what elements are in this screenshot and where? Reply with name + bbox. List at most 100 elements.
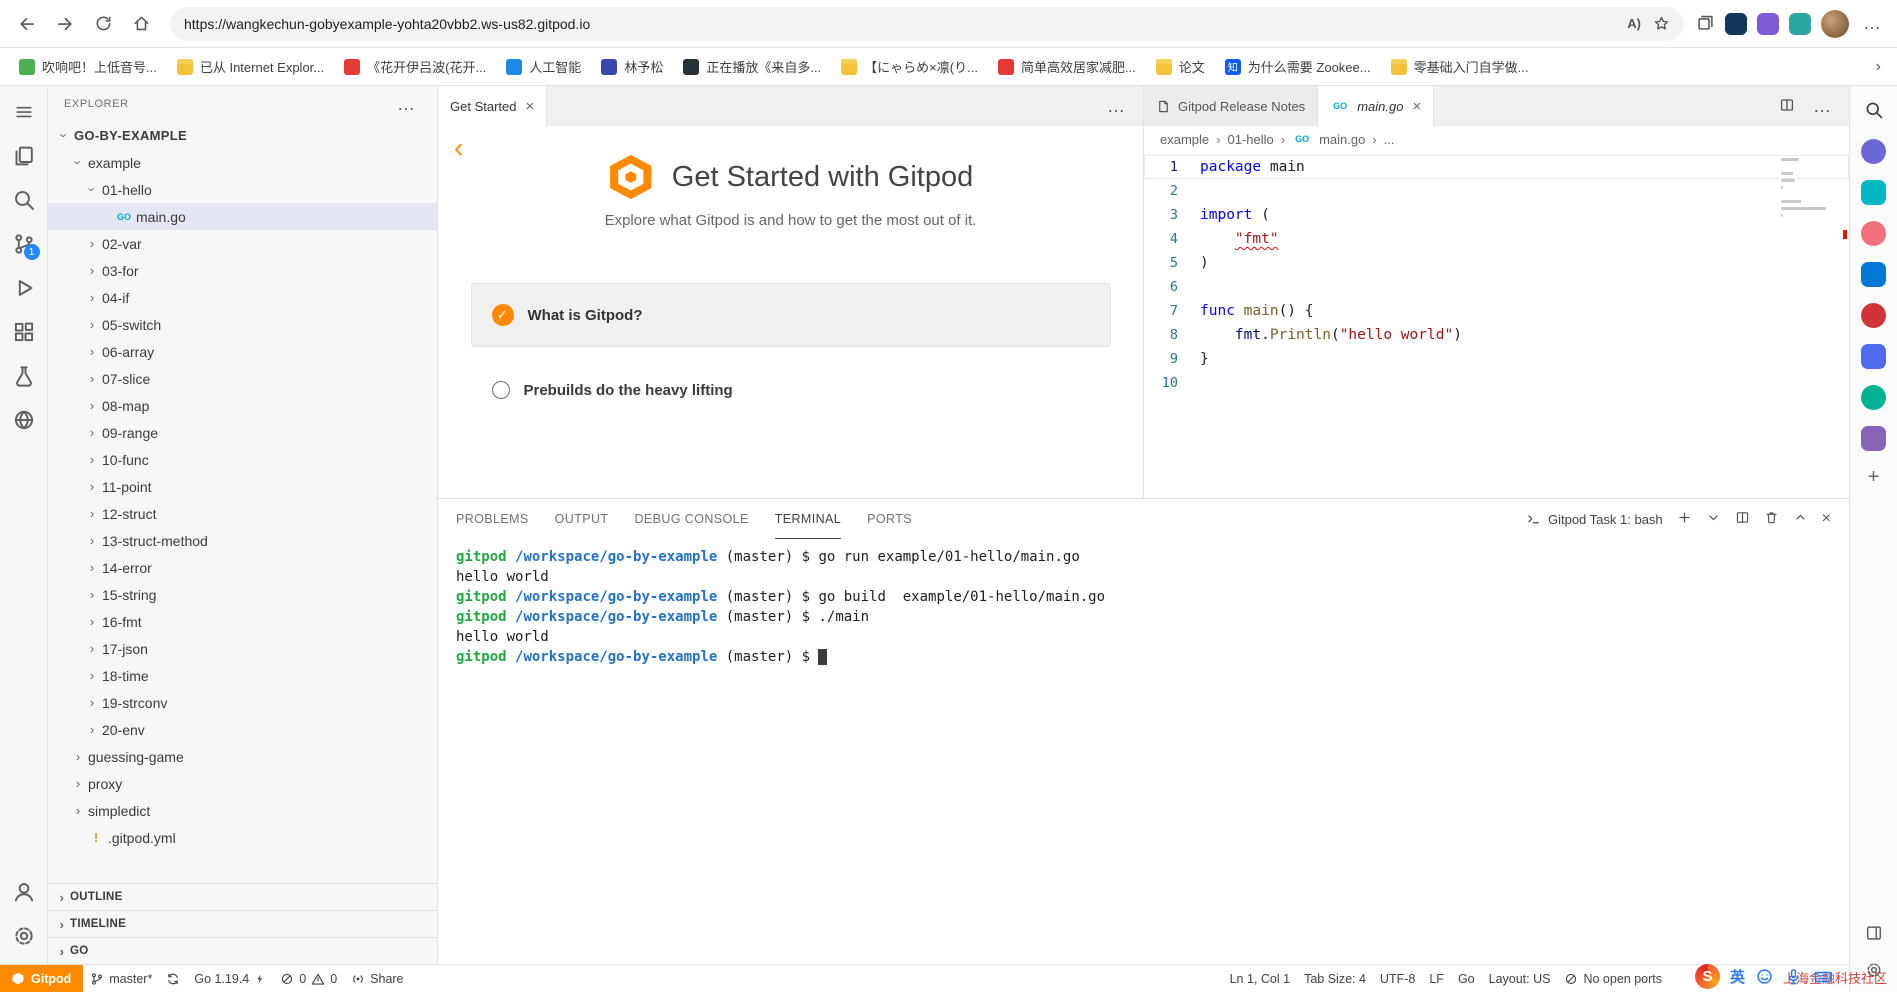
bookmark-item[interactable]: 简单高效居家减肥...	[989, 53, 1145, 80]
menu-icon[interactable]	[2, 90, 46, 134]
run-debug-icon[interactable]	[2, 266, 46, 310]
code-line[interactable]: 6	[1144, 275, 1849, 299]
section-timeline[interactable]: › TIMELINE	[48, 910, 437, 937]
bookmark-item[interactable]: 【にゃらめ×凛(り...	[832, 53, 987, 80]
add-sidebar-app-button[interactable]: +	[1868, 467, 1880, 487]
eol[interactable]: LF	[1422, 965, 1451, 992]
tree-item[interactable]: › 14-error	[48, 554, 437, 581]
account-icon[interactable]	[2, 870, 46, 914]
sidebar-actions-icon[interactable]: …	[393, 94, 421, 115]
forward-button[interactable]	[48, 7, 82, 41]
edge-app-icon-3[interactable]	[1861, 221, 1886, 246]
section-go[interactable]: › GO	[48, 937, 437, 964]
tree-item[interactable]: › 03-for	[48, 257, 437, 284]
tab-problems[interactable]: PROBLEMS	[456, 499, 529, 539]
code-line[interactable]: 8 fmt.Println("hello world")	[1144, 323, 1849, 347]
tree-item[interactable]: › 16-fmt	[48, 608, 437, 635]
tab-ports[interactable]: PORTS	[867, 499, 912, 539]
edge-app-icon-6[interactable]	[1861, 344, 1886, 369]
checklist-item-what-is-gitpod[interactable]: ✓ What is Gitpod?	[470, 283, 1111, 347]
settings-gear-icon[interactable]	[2, 914, 46, 958]
tab-debug-console[interactable]: DEBUG CONSOLE	[634, 499, 748, 539]
ports-status[interactable]: No open ports	[1557, 965, 1669, 992]
section-outline[interactable]: › OUTLINE	[48, 883, 437, 910]
tab-main-go[interactable]: GO main.go ×	[1318, 86, 1435, 126]
encoding[interactable]: UTF-8	[1373, 965, 1422, 992]
sync-status[interactable]	[159, 965, 187, 992]
minimap[interactable]	[1781, 158, 1835, 224]
source-control-icon[interactable]: 1	[2, 222, 46, 266]
tree-item[interactable]: › 19-strconv	[48, 689, 437, 716]
bookmark-item[interactable]: 零基础入门自学做...	[1382, 53, 1538, 80]
close-panel-icon[interactable]: ×	[1822, 510, 1831, 528]
code-line[interactable]: 9}	[1144, 347, 1849, 371]
bookmark-item[interactable]: 知为什么需要 Zookee...	[1216, 53, 1380, 80]
edge-app-icon-8[interactable]	[1861, 426, 1886, 451]
tab-size[interactable]: Tab Size: 4	[1297, 965, 1373, 992]
back-chevron-icon[interactable]: ‹	[454, 134, 463, 162]
testing-icon[interactable]	[2, 354, 46, 398]
tree-item[interactable]: › 12-struct	[48, 500, 437, 527]
cursor-position[interactable]: Ln 1, Col 1	[1223, 965, 1297, 992]
ime-emoji-icon[interactable]	[1755, 967, 1774, 986]
remote-globe-icon[interactable]	[2, 398, 46, 442]
editor-actions-icon[interactable]: …	[1809, 96, 1837, 117]
code-area[interactable]: 1 package main 2 3 import (4 "fmt" 5) 6 7 func m…	[1144, 152, 1849, 498]
tree-item[interactable]: › 08-map	[48, 392, 437, 419]
close-icon[interactable]: ×	[525, 98, 534, 115]
tree-item[interactable]: › GO-BY-EXAMPLE	[48, 122, 437, 149]
browser-profile-avatar[interactable]	[1821, 9, 1849, 38]
gitpod-status-button[interactable]: Gitpod	[0, 965, 84, 992]
code-line[interactable]: 3 import (	[1144, 203, 1849, 227]
go-version-status[interactable]: Go 1.19.4	[187, 965, 273, 992]
code-line[interactable]: 2	[1144, 179, 1849, 203]
share-button[interactable]: Share	[344, 965, 410, 992]
sidebar-layout-icon[interactable]	[1865, 924, 1883, 945]
tree-item[interactable]: › 06-array	[48, 338, 437, 365]
breadcrumb[interactable]: example › 01-hello › GO main.go › ...	[1144, 126, 1849, 152]
maximize-panel-icon[interactable]	[1793, 510, 1808, 528]
problems-status[interactable]: 0 0	[273, 965, 344, 992]
bookmark-item[interactable]: 林予松	[592, 53, 672, 80]
browser-menu-button[interactable]: …	[1859, 13, 1887, 34]
refresh-button[interactable]	[86, 7, 120, 41]
tree-item[interactable]: › 11-point	[48, 473, 437, 500]
edge-app-icon-5[interactable]	[1861, 303, 1886, 328]
checklist-item-prebuilds[interactable]: Prebuilds do the heavy lifting	[471, 381, 1111, 399]
favorite-star-icon[interactable]	[1653, 15, 1670, 32]
tree-item[interactable]: › 15-string	[48, 581, 437, 608]
ime-language-toggle[interactable]: 英	[1730, 966, 1745, 987]
editor-actions-icon[interactable]: …	[1103, 96, 1131, 117]
tab-terminal[interactable]: TERMINAL	[774, 499, 842, 539]
tab-get-started[interactable]: Get Started ×	[438, 86, 548, 126]
extension-icon-1[interactable]	[1725, 12, 1747, 35]
tree-item[interactable]: › 10-func	[48, 446, 437, 473]
explorer-icon[interactable]	[2, 134, 46, 178]
tree-item[interactable]: › 02-var	[48, 230, 437, 257]
close-icon[interactable]: ×	[1412, 98, 1421, 115]
tree-item[interactable]: › proxy	[48, 770, 437, 797]
tree-item[interactable]: › 13-struct-method	[48, 527, 437, 554]
home-button[interactable]	[124, 7, 158, 41]
kill-terminal-icon[interactable]	[1764, 510, 1779, 528]
code-line[interactable]: 4 "fmt"	[1144, 227, 1849, 251]
bookmark-item[interactable]: 人工智能	[497, 53, 590, 80]
address-bar[interactable]: https://wangkechun-gobyexample-yohta20vb…	[170, 6, 1684, 41]
ime-keyboard-icon[interactable]	[1813, 967, 1833, 987]
edge-app-icon-2[interactable]	[1861, 180, 1886, 205]
tree-item[interactable]: ›GOmain.go	[48, 203, 437, 230]
sidebar-search-icon[interactable]	[1864, 100, 1884, 123]
bookmark-item[interactable]: 正在播放《来自多...	[674, 53, 830, 80]
ime-mic-icon[interactable]	[1784, 967, 1803, 986]
tree-item[interactable]: › guessing-game	[48, 743, 437, 770]
code-line[interactable]: 10	[1144, 371, 1849, 395]
tree-item[interactable]: › 07-slice	[48, 365, 437, 392]
tree-item[interactable]: › 05-switch	[48, 311, 437, 338]
language-mode[interactable]: Go	[1451, 965, 1482, 992]
url-text[interactable]: https://wangkechun-gobyexample-yohta20vb…	[184, 16, 1615, 32]
bookmark-item[interactable]: 已从 Internet Explor...	[168, 53, 333, 80]
terminal-output[interactable]: gitpod /workspace/go-by-example (master)…	[438, 539, 1849, 964]
tree-item[interactable]: › 01-hello	[48, 176, 437, 203]
extension-icon-3[interactable]	[1789, 12, 1811, 35]
code-line[interactable]: 1 package main	[1144, 155, 1849, 179]
